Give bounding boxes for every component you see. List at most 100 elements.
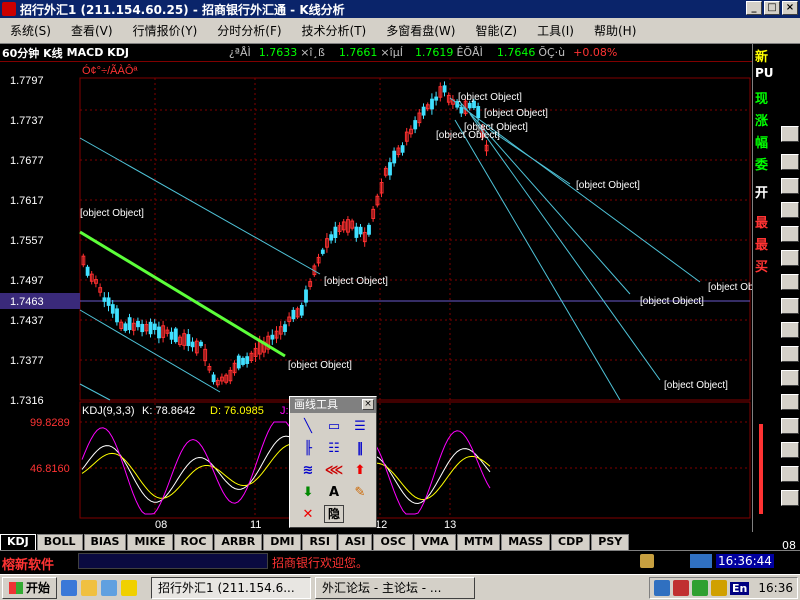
drawing-tools-palette[interactable]: 画线工具 × ╲ ▭ ☰ ╟ ☷ ‖ ≋ ⋘ ⬆ ⬇ A ✎ ✕ 隐 [289, 396, 377, 528]
panel-tool-button[interactable] [781, 298, 799, 314]
menu-help[interactable]: 帮助(H) [584, 22, 646, 39]
delete-tool-icon[interactable]: ✕ [298, 505, 318, 525]
tab-osc[interactable]: OSC [373, 534, 413, 550]
windows-logo-icon [9, 581, 23, 594]
system-tray: En 16:36 [649, 577, 798, 599]
ie-icon[interactable] [61, 579, 78, 596]
text-tool-icon[interactable]: A [324, 483, 344, 503]
panel-tool-button[interactable] [781, 226, 799, 242]
panel-tool-button[interactable] [781, 346, 799, 362]
panel-tool-button[interactable] [781, 274, 799, 290]
candle-body [367, 224, 371, 235]
tab-psy[interactable]: PSY [591, 534, 630, 550]
menu-smart[interactable]: 智能(Z) [465, 22, 527, 39]
keyboard-icon[interactable] [690, 554, 712, 568]
tab-mike[interactable]: MIKE [127, 534, 173, 550]
tab-bias[interactable]: BIAS [83, 534, 127, 550]
tab-vma[interactable]: VMA [413, 534, 456, 550]
tab-mass[interactable]: MASS [501, 534, 551, 550]
kdj-title: KDJ(9,3,3) [82, 405, 135, 417]
tab-roc[interactable]: ROC [173, 534, 214, 550]
tray-security-icon[interactable] [692, 580, 709, 596]
panel-tool-button[interactable] [781, 250, 799, 266]
folder-icon[interactable] [81, 579, 98, 596]
rp-label: 开 [755, 186, 769, 201]
tab-mtm[interactable]: MTM [456, 534, 501, 550]
line-tool-icon[interactable]: ╲ [298, 417, 318, 437]
task-forum[interactable]: 外汇论坛 - 主论坛 - ... [315, 576, 476, 599]
tray-app-icon[interactable] [673, 580, 690, 596]
panel-tool-button[interactable] [781, 418, 799, 434]
desktop-icon[interactable] [101, 579, 118, 596]
status-tool-icon[interactable] [640, 554, 654, 568]
tab-boll[interactable]: BOLL [36, 534, 83, 550]
panel-tool-button[interactable] [781, 126, 799, 142]
language-indicator[interactable]: En [730, 581, 750, 595]
annotation: [object Object] [708, 282, 752, 293]
parallel-lines-tool-icon[interactable]: ☰ [350, 417, 370, 437]
fan-lines-tool-icon[interactable]: ⋘ [324, 461, 344, 481]
rp-label: PU [755, 66, 774, 80]
rp-label: 委 [755, 158, 769, 173]
tab-asi[interactable]: ASI [337, 534, 373, 550]
period-label[interactable]: 60分钟 K线 [2, 45, 63, 61]
menu-multiwindow[interactable]: 多窗看盘(W) [376, 22, 465, 39]
panel-tool-button[interactable] [781, 322, 799, 338]
panel-tool-button[interactable] [781, 202, 799, 218]
candle-body [157, 326, 161, 339]
tab-arbr[interactable]: ARBR [214, 534, 263, 550]
up-arrow-tool-icon[interactable]: ⬆ [350, 461, 370, 481]
menu-tools[interactable]: 工具(I) [527, 22, 584, 39]
kdj-header: KDJ(9,3,3) K: 78.8642 D: 76.0985 J: 8 [82, 405, 298, 417]
tab-dmi[interactable]: DMI [263, 534, 302, 550]
panel-tool-button[interactable] [781, 370, 799, 386]
quicklaunch-icon[interactable] [121, 579, 138, 596]
price-tick: 1.7797 [10, 75, 44, 87]
cycle-tool-icon[interactable]: ‖ [350, 439, 370, 459]
panel-tool-button[interactable] [781, 394, 799, 410]
fibonacci-tool-icon[interactable]: ☷ [324, 439, 344, 459]
current-price-tick: 1.7463 [10, 296, 44, 308]
start-button[interactable]: 开始 [2, 576, 58, 599]
line-annotations: [object Object] [object Object] [object … [80, 92, 772, 391]
candle-body [459, 106, 464, 114]
menu-system[interactable]: 系统(S) [0, 22, 61, 39]
hide-tool-button[interactable]: 隐 [324, 505, 344, 523]
menu-quotes[interactable]: 行情报价(Y) [123, 22, 208, 39]
down-arrow-tool-icon[interactable]: ⬇ [298, 483, 318, 503]
candle-body [358, 226, 363, 235]
tray-network-icon[interactable] [654, 580, 671, 596]
palette-close-button[interactable]: × [362, 399, 374, 410]
status-clock: 16:36:44 [716, 554, 774, 568]
rp-label: 最 [755, 238, 769, 253]
speed-lines-tool-icon[interactable]: ≋ [298, 461, 318, 481]
tab-kdj[interactable]: KDJ [0, 534, 36, 550]
rectangle-tool-icon[interactable]: ▭ [324, 417, 344, 437]
task-fx-app[interactable]: 招行外汇1 (211.154.6... [151, 576, 312, 599]
maximize-button[interactable]: □ [764, 1, 780, 15]
panel-tool-button[interactable] [781, 490, 799, 506]
tab-rsi[interactable]: RSI [302, 534, 337, 550]
candle-body [430, 98, 434, 110]
panel-tool-button[interactable] [781, 466, 799, 482]
panel-tool-button[interactable] [781, 154, 799, 170]
tray-volume-icon[interactable] [711, 580, 728, 596]
eraser-tool-icon[interactable]: ✎ [350, 483, 370, 503]
candle-body [304, 289, 308, 303]
close-button[interactable]: × [782, 1, 798, 15]
panel-tool-button[interactable] [781, 178, 799, 194]
menu-timeshare[interactable]: 分时分析(F) [207, 22, 291, 39]
gann-tool-icon[interactable]: ╟ [298, 439, 318, 459]
symbol-label: Ó¢°÷/ÃÀÔª [82, 64, 138, 77]
menu-technical[interactable]: 技术分析(T) [292, 22, 377, 39]
candle-body [413, 120, 418, 130]
tray-clock: 16:36 [758, 581, 793, 595]
price-tick: 1.7316 [10, 395, 44, 407]
candle-body [211, 374, 216, 383]
panel-tool-button[interactable] [781, 442, 799, 458]
palette-title-bar[interactable]: 画线工具 × [290, 397, 376, 413]
minimize-button[interactable]: _ [746, 1, 762, 15]
low-value: 1.7619 [414, 46, 454, 59]
tab-cdp[interactable]: CDP [551, 534, 591, 550]
menu-view[interactable]: 查看(V) [61, 22, 123, 39]
